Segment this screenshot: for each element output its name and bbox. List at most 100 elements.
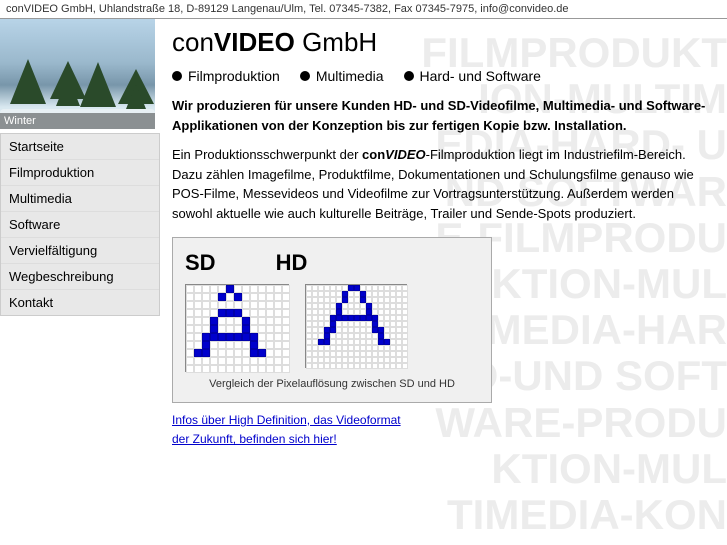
pixel-cell bbox=[242, 293, 250, 301]
nav-startseite[interactable]: Startseite bbox=[1, 134, 159, 160]
pixel-cell bbox=[210, 325, 218, 333]
pixel-cell bbox=[250, 341, 258, 349]
pixel-cell bbox=[226, 285, 234, 293]
nav-filmproduktion[interactable]: Filmproduktion bbox=[1, 160, 159, 186]
company-info: conVIDEO GmbH, Uhlandstraße 18, D-89129 … bbox=[6, 3, 569, 15]
comparison-box: SD HD Vergleich der Pixelauflösung zwisc… bbox=[172, 237, 492, 403]
pixel-cell bbox=[218, 333, 226, 341]
pixel-cell bbox=[258, 333, 266, 341]
tree-icon-3 bbox=[80, 62, 116, 107]
pixel-cell bbox=[186, 309, 194, 317]
pixel-cell bbox=[234, 293, 242, 301]
pixel-cell bbox=[250, 365, 258, 373]
pixel-cell bbox=[282, 325, 290, 333]
title-prefix: con bbox=[172, 27, 214, 57]
pixel-cell bbox=[242, 309, 250, 317]
service-label-3: Hard- und Software bbox=[420, 68, 541, 84]
hd-label: HD bbox=[276, 250, 308, 276]
service-multimedia: Multimedia bbox=[300, 68, 384, 84]
pixel-cell bbox=[282, 301, 290, 309]
pixel-cell bbox=[226, 293, 234, 301]
pixel-cell bbox=[226, 317, 234, 325]
pixel-cell bbox=[258, 349, 266, 357]
nav-vervielfaeltigung[interactable]: Vervielfältigung bbox=[1, 238, 159, 264]
pixel-cell bbox=[226, 365, 234, 373]
pixel-cell bbox=[226, 301, 234, 309]
pixel-cell bbox=[234, 309, 242, 317]
pixel-cell bbox=[234, 285, 242, 293]
hd-link-anchor[interactable]: Infos über High Definition, das Videofor… bbox=[172, 413, 401, 446]
pixel-cell bbox=[266, 301, 274, 309]
navigation-menu: Startseite Filmproduktion Multimedia Sof… bbox=[0, 133, 160, 316]
pixel-cell bbox=[210, 309, 218, 317]
hd-grid-container bbox=[305, 284, 407, 368]
pixel-cell bbox=[210, 317, 218, 325]
pixel-cell bbox=[194, 317, 202, 325]
main-wrapper: Winter Startseite Filmproduktion Multime… bbox=[0, 19, 727, 457]
pixel-cell bbox=[194, 285, 202, 293]
pixel-cell bbox=[186, 341, 194, 349]
bullet-icon-1 bbox=[172, 71, 182, 81]
pixel-cell bbox=[218, 293, 226, 301]
pixel-cell bbox=[250, 293, 258, 301]
pixel-cell bbox=[202, 317, 210, 325]
pixel-cell bbox=[186, 301, 194, 309]
pixel-cell bbox=[234, 341, 242, 349]
pixel-cell bbox=[218, 285, 226, 293]
pixel-cell bbox=[242, 285, 250, 293]
pixel-cell bbox=[202, 333, 210, 341]
pixel-cell bbox=[282, 285, 290, 293]
hd-pixel-grid bbox=[305, 284, 407, 368]
pixel-cell bbox=[274, 285, 282, 293]
pixel-cell bbox=[266, 293, 274, 301]
pixel-cell bbox=[186, 325, 194, 333]
nav-software[interactable]: Software bbox=[1, 212, 159, 238]
service-software: Hard- und Software bbox=[404, 68, 541, 84]
nav-kontakt[interactable]: Kontakt bbox=[1, 290, 159, 315]
company-title: conVIDEO GmbH bbox=[172, 27, 715, 58]
pixel-cell bbox=[282, 349, 290, 357]
pixel-cell bbox=[250, 357, 258, 365]
pixel-cell bbox=[274, 325, 282, 333]
pixel-cell bbox=[266, 309, 274, 317]
pixel-cell bbox=[242, 357, 250, 365]
pixel-cell bbox=[210, 285, 218, 293]
pixel-cell bbox=[218, 309, 226, 317]
pixel-cell bbox=[274, 317, 282, 325]
intro-bold-text: Wir produzieren für unsere Kunden HD- un… bbox=[172, 98, 705, 133]
pixel-cell bbox=[266, 341, 274, 349]
pixel-cell bbox=[258, 293, 266, 301]
pixel-cell bbox=[258, 301, 266, 309]
pixel-cell bbox=[266, 333, 274, 341]
pixel-cell bbox=[226, 333, 234, 341]
pixel-cell bbox=[218, 317, 226, 325]
pixel-cell bbox=[258, 357, 266, 365]
tree-icon-4 bbox=[118, 69, 154, 104]
pixel-cell bbox=[274, 293, 282, 301]
services-bar: Filmproduktion Multimedia Hard- und Soft… bbox=[172, 68, 715, 84]
pixel-cell bbox=[218, 301, 226, 309]
nav-multimedia[interactable]: Multimedia bbox=[1, 186, 159, 212]
pixel-cell bbox=[194, 333, 202, 341]
pixel-cell bbox=[194, 341, 202, 349]
pixel-cell bbox=[282, 293, 290, 301]
comparison-caption: Vergleich der Pixelauflösung zwischen SD… bbox=[185, 378, 479, 390]
nav-wegbeschreibung[interactable]: Wegbeschreibung bbox=[1, 264, 159, 290]
pixel-cell bbox=[250, 325, 258, 333]
pixel-cell bbox=[226, 349, 234, 357]
pixel-cell bbox=[250, 333, 258, 341]
sidebar-image: Winter bbox=[0, 19, 155, 129]
pixel-cell bbox=[194, 325, 202, 333]
pixel-cell bbox=[194, 293, 202, 301]
pixel-cell bbox=[202, 357, 210, 365]
tree-icon bbox=[10, 59, 46, 104]
pixel-cell bbox=[274, 333, 282, 341]
pixel-cell bbox=[186, 349, 194, 357]
pixel-cell bbox=[194, 365, 202, 373]
pixel-cell bbox=[202, 293, 210, 301]
pixel-cell bbox=[202, 365, 210, 373]
pixel-cell bbox=[194, 357, 202, 365]
pixel-cell bbox=[210, 357, 218, 365]
service-label-2: Multimedia bbox=[316, 68, 384, 84]
pixel-cell bbox=[274, 349, 282, 357]
